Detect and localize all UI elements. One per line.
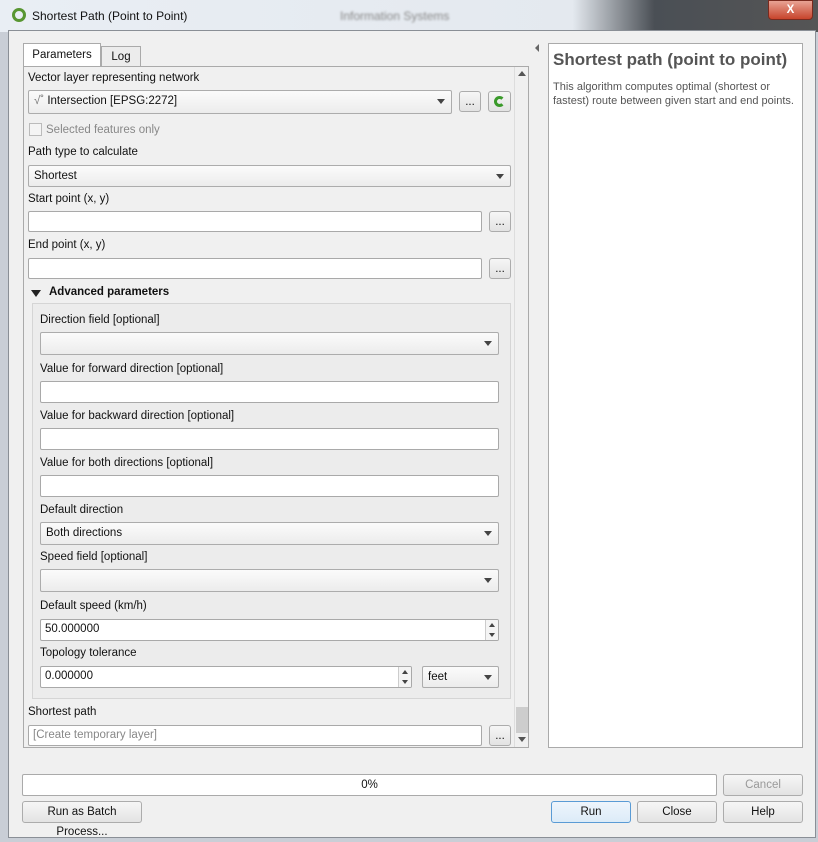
end-point-label: End point (x, y) — [28, 239, 106, 251]
scroll-up-icon[interactable] — [518, 71, 526, 76]
collapse-triangle-icon[interactable] — [31, 290, 41, 297]
cancel-button[interactable]: Cancel — [723, 774, 803, 796]
default-speed-spinbox[interactable]: 50.000000 — [40, 619, 499, 641]
start-point-pick-button[interactable]: ... — [489, 211, 511, 232]
output-input[interactable]: [Create temporary layer] — [28, 725, 482, 746]
both-label: Value for both directions [optional] — [40, 457, 214, 469]
end-point-input[interactable] — [28, 258, 482, 279]
advanced-parameters-toggle[interactable]: Advanced parameters — [49, 286, 169, 298]
selected-only-checkbox[interactable] — [29, 123, 42, 136]
start-point-label: Start point (x, y) — [28, 193, 110, 205]
background-window-title: Information Systems — [340, 9, 450, 23]
tab-log[interactable]: Log — [101, 46, 141, 67]
output-label: Shortest path — [28, 706, 97, 718]
backward-label: Value for backward direction [optional] — [40, 410, 235, 422]
speed-field-combo[interactable] — [40, 569, 499, 592]
backward-input[interactable] — [40, 428, 499, 450]
help-button[interactable]: Help — [723, 801, 803, 823]
tolerance-unit-combo[interactable]: feet — [422, 666, 499, 688]
default-speed-label: Default speed (km/h) — [40, 600, 147, 612]
progress-text: 0% — [361, 779, 378, 791]
iterate-button[interactable] — [488, 91, 511, 112]
tolerance-label: Topology tolerance — [40, 647, 137, 659]
qgis-logo-icon — [12, 8, 26, 22]
both-input[interactable] — [40, 475, 499, 497]
network-value: Intersection [EPSG:2272] — [47, 95, 178, 107]
direction-field-combo[interactable] — [40, 332, 499, 355]
path-type-value: Shortest — [34, 170, 77, 182]
splitter-handle[interactable] — [535, 44, 539, 52]
tolerance-spinbox[interactable]: 0.000000 — [40, 666, 412, 688]
scroll-down-icon[interactable] — [518, 737, 526, 742]
spin-arrows-icon[interactable] — [398, 667, 411, 687]
line-layer-icon: √˚ — [34, 95, 48, 107]
end-point-pick-button[interactable]: ... — [489, 258, 511, 279]
selected-only-label: Selected features only — [46, 124, 160, 136]
refresh-icon — [494, 96, 505, 107]
help-text: This algorithm computes optimal (shortes… — [553, 81, 794, 107]
batch-process-button[interactable]: Run as Batch Process... — [22, 801, 142, 838]
spin-arrows-icon[interactable] — [485, 620, 498, 640]
network-layer-combo[interactable]: √˚ Intersection [EPSG:2272] — [28, 90, 452, 114]
default-speed-value: 50.000000 — [45, 623, 100, 635]
tolerance-unit-value: feet — [428, 671, 448, 683]
window-title: Shortest Path (Point to Point) — [32, 9, 188, 23]
close-window-button[interactable]: X — [768, 0, 813, 20]
tolerance-value: 0.000000 — [45, 670, 93, 682]
progress-bar: 0% — [22, 774, 717, 796]
run-button[interactable]: Run — [551, 801, 631, 823]
output-browse-button[interactable]: ... — [489, 725, 511, 746]
path-type-label: Path type to calculate — [28, 146, 138, 158]
path-type-combo[interactable]: Shortest — [28, 165, 511, 187]
network-browse-button[interactable]: ... — [459, 91, 481, 112]
default-direction-combo[interactable]: Both directions — [40, 522, 499, 545]
scrollbar[interactable] — [514, 67, 528, 747]
close-button[interactable]: Close — [637, 801, 717, 823]
tab-parameters[interactable]: Parameters — [23, 43, 101, 67]
direction-field-label: Direction field [optional] — [40, 314, 160, 326]
start-point-input[interactable] — [28, 211, 482, 232]
network-label: Vector layer representing network — [28, 72, 200, 84]
title-bar: Shortest Path (Point to Point) Informati… — [0, 0, 818, 32]
help-title: Shortest path (point to point) — [553, 50, 788, 69]
scroll-thumb[interactable] — [516, 707, 528, 733]
forward-label: Value for forward direction [optional] — [40, 363, 224, 375]
forward-input[interactable] — [40, 381, 499, 403]
speed-field-label: Speed field [optional] — [40, 551, 148, 563]
default-direction-label: Default direction — [40, 504, 124, 516]
help-panel: Shortest path (point to point) This algo… — [548, 43, 803, 748]
default-direction-value: Both directions — [46, 527, 123, 539]
